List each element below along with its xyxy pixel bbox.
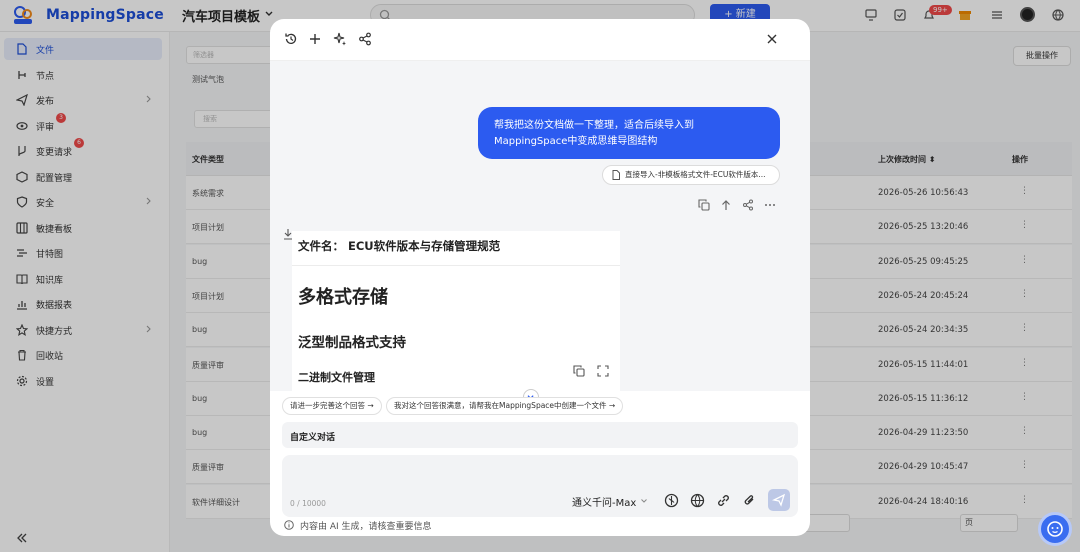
chat-history[interactable]: 帮我把这份文档做一下整理，适合后续导入到MappingSpace中变成思维导图结… [270, 61, 810, 405]
share-icon[interactable] [742, 199, 754, 211]
more-icon[interactable] [764, 199, 776, 211]
dialog-header [270, 19, 810, 61]
user-message: 帮我把这份文档做一下整理，适合后续导入到MappingSpace中变成思维导图结… [478, 107, 780, 159]
link-icon[interactable] [716, 493, 731, 508]
char-counter: 0 / 10000 [290, 499, 326, 508]
web-search-icon[interactable] [690, 493, 705, 508]
doc-filename: 文件名： ECU软件版本与存储管理规范 [298, 239, 501, 253]
ai-response-document: 文件名： ECU软件版本与存储管理规范 多格式存储 泛型制品格式支持 二进制文件… [292, 231, 620, 391]
attachment-name: 直接导入-非模板格式文件-ECU软件版本... [625, 170, 766, 179]
divider [292, 265, 620, 266]
send-icon [772, 493, 786, 507]
share-icon[interactable] [358, 32, 372, 46]
history-icon[interactable] [284, 32, 298, 46]
model-select[interactable]: 通义千问-Max [572, 494, 636, 509]
sparkle-icon[interactable] [333, 32, 347, 46]
ai-chat-dialog: 帮我把这份文档做一下整理，适合后续导入到MappingSpace中变成思维导图结… [270, 19, 810, 536]
document-icon [612, 170, 620, 180]
fullscreen-icon[interactable] [597, 365, 609, 377]
doc-heading-3: 二进制文件管理 [298, 371, 375, 384]
info-icon [284, 520, 294, 530]
ai-assistant-button[interactable] [1038, 512, 1072, 546]
chevron-down-icon[interactable] [640, 497, 648, 505]
doc-heading-2: 泛型制品格式支持 [298, 335, 406, 351]
close-icon[interactable] [765, 32, 779, 46]
arrow-up-icon[interactable] [720, 199, 732, 211]
custom-dialog-label: 自定义对话 [290, 433, 336, 443]
send-button[interactable] [768, 489, 790, 511]
chat-input[interactable]: 0 / 10000 通义千问-Max [282, 455, 798, 517]
copy-icon[interactable] [573, 365, 585, 377]
copy-icon[interactable] [698, 199, 710, 211]
robot-icon [1047, 521, 1063, 537]
suggestion-chip-create-file[interactable]: 我对这个回答很满意，请帮我在MappingSpace中创建一个文件 → [386, 397, 624, 415]
suggestion-chip-refine[interactable]: 请进一步完善这个回答 → [282, 397, 382, 415]
deep-think-icon[interactable] [664, 493, 679, 508]
custom-dialog-bar[interactable]: 自定义对话 [282, 422, 798, 448]
attachment-chip[interactable]: 直接导入-非模板格式文件-ECU软件版本... [602, 165, 780, 185]
doc-heading-1: 多格式存储 [298, 287, 388, 308]
paperclip-icon[interactable] [742, 493, 757, 508]
plus-icon[interactable] [308, 32, 322, 46]
disclaimer-text: 内容由 AI 生成，请核查重要信息 [300, 522, 432, 532]
